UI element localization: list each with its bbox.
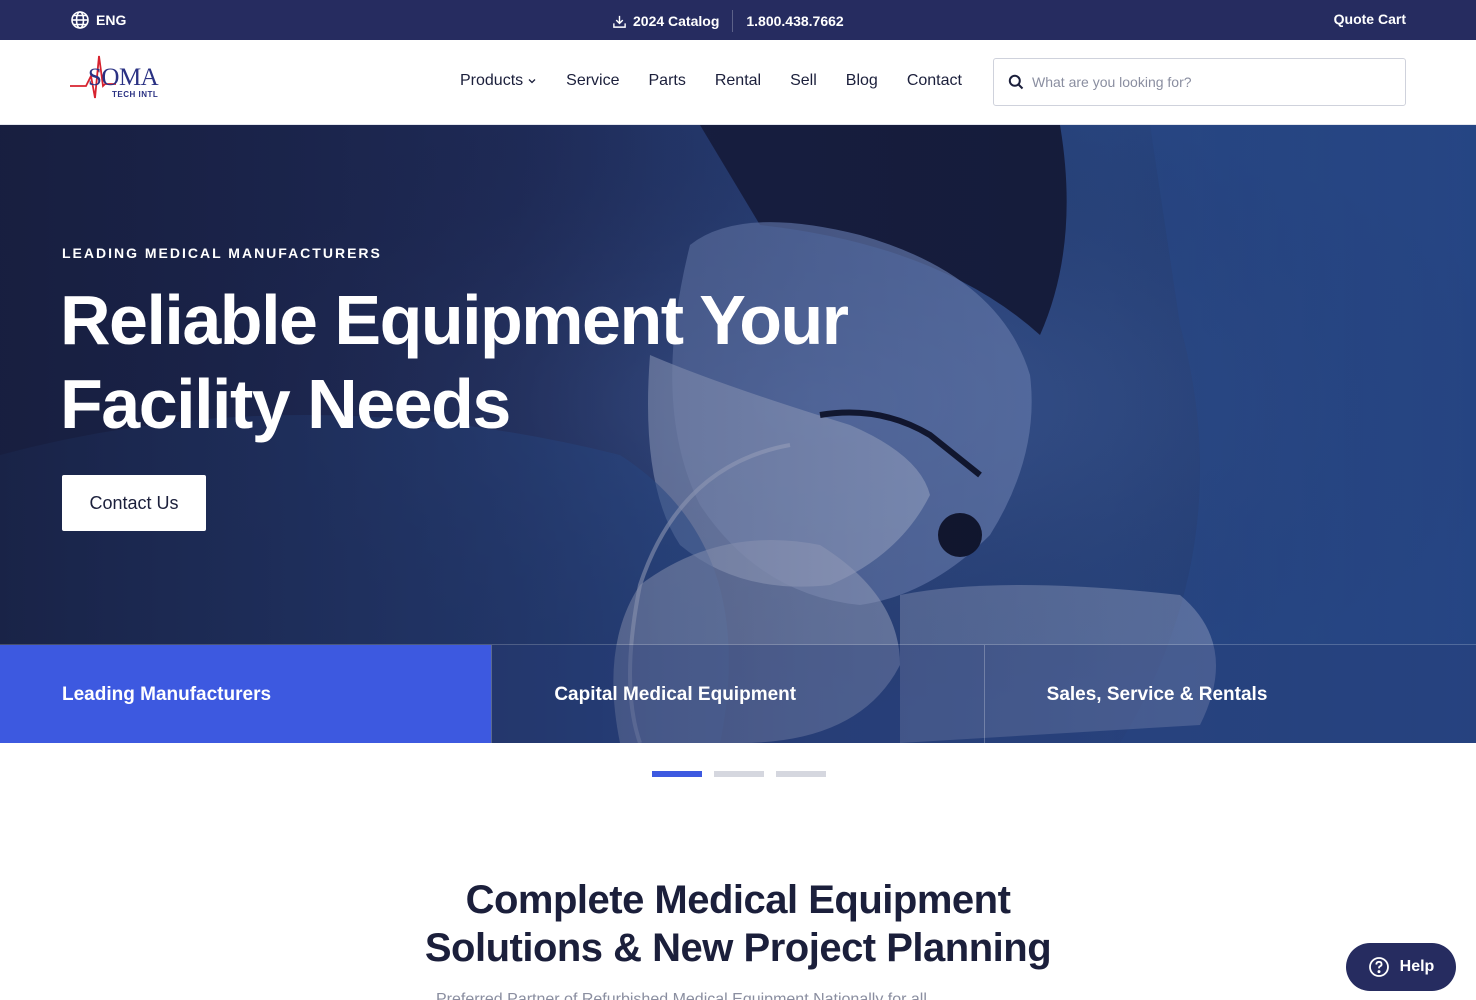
hero-title: Reliable Equipment Your Facility Needs [60,278,920,446]
question-circle-icon [1368,957,1389,977]
phone-link[interactable]: 1.800.438.7662 [746,13,843,29]
nav-item-label: Parts [648,72,686,89]
nav-item-blog[interactable]: Blog [846,72,878,90]
hero-banner: LEADING MEDICAL MANUFACTURERS Reliable E… [0,125,1476,743]
help-label: Help [1399,958,1435,975]
help-button[interactable]: Help [1346,943,1456,991]
section-title-line: Solutions & New Project Planning [424,926,1052,970]
nav-item-label: Blog [845,72,878,89]
quote-cart-link[interactable]: Quote Cart [1334,11,1406,27]
chevron-down-icon [528,79,536,84]
nav-item-label: Sell [790,72,817,89]
main-navigation: Products Service Parts Rental Sell Blog … [460,72,962,90]
section-title: Complete Medical Equipment Solutions & N… [388,876,1088,972]
search-box [993,58,1406,106]
search-icon [1008,74,1024,90]
language-label: ENG [96,12,127,28]
site-header: SOMA TECH INTL Products Service Parts Re… [0,40,1476,125]
section-title-line: Complete Medical Equipment [465,878,1011,922]
top-utility-bar: ENG 2024 Catalog 1.800.438.7662 Quote Ca… [0,0,1476,40]
nav-item-label: Products [460,72,524,89]
soma-logo[interactable]: SOMA TECH INTL [68,54,162,112]
nav-item-parts[interactable]: Parts [649,72,686,90]
hero-title-line: Facility Needs [60,365,511,443]
language-selector[interactable]: ENG [70,10,126,30]
tab-label: Capital Medical Equipment [554,683,797,705]
contact-us-button[interactable]: Contact Us [62,475,206,531]
nav-item-label: Rental [714,72,762,89]
logo-subtitle: TECH INTL [112,90,159,99]
carousel-dot-1[interactable] [652,771,702,777]
nav-item-label: Service [566,72,620,89]
tab-capital-medical-equipment[interactable]: Capital Medical Equipment [491,645,984,743]
hero-tabs: Leading Manufacturers Capital Medical Eq… [0,644,1476,743]
nav-item-contact[interactable]: Contact [907,72,962,90]
divider [732,10,734,32]
nav-item-rental[interactable]: Rental [715,72,761,90]
section-intro-text: Preferred Partner of Refurbished Medical… [436,992,1046,1000]
hero-title-line: Reliable Equipment Your [60,281,849,359]
tab-label: Sales, Service & Rentals [1046,683,1268,705]
nav-item-sell[interactable]: Sell [790,72,817,90]
nav-item-label: Contact [906,72,962,89]
hero-eyebrow: LEADING MEDICAL MANUFACTURERS [62,245,382,261]
tab-label: Leading Manufacturers [62,683,272,705]
nav-item-service[interactable]: Service [566,72,619,90]
nav-item-products[interactable]: Products [460,72,537,90]
tab-sales-service-rentals[interactable]: Sales, Service & Rentals [983,645,1476,743]
download-icon [613,15,626,28]
search-input[interactable] [1032,74,1372,90]
globe-icon [71,11,89,29]
tab-leading-manufacturers[interactable]: Leading Manufacturers [0,645,492,743]
carousel-indicators [652,771,826,777]
catalog-label: 2024 Catalog [633,13,720,29]
carousel-dot-3[interactable] [776,771,826,777]
catalog-download-link[interactable]: 2024 Catalog [612,13,719,29]
carousel-dot-2[interactable] [714,771,764,777]
logo-wordmark: SOMA [88,64,159,91]
top-center-links: 2024 Catalog 1.800.438.7662 [612,10,844,32]
